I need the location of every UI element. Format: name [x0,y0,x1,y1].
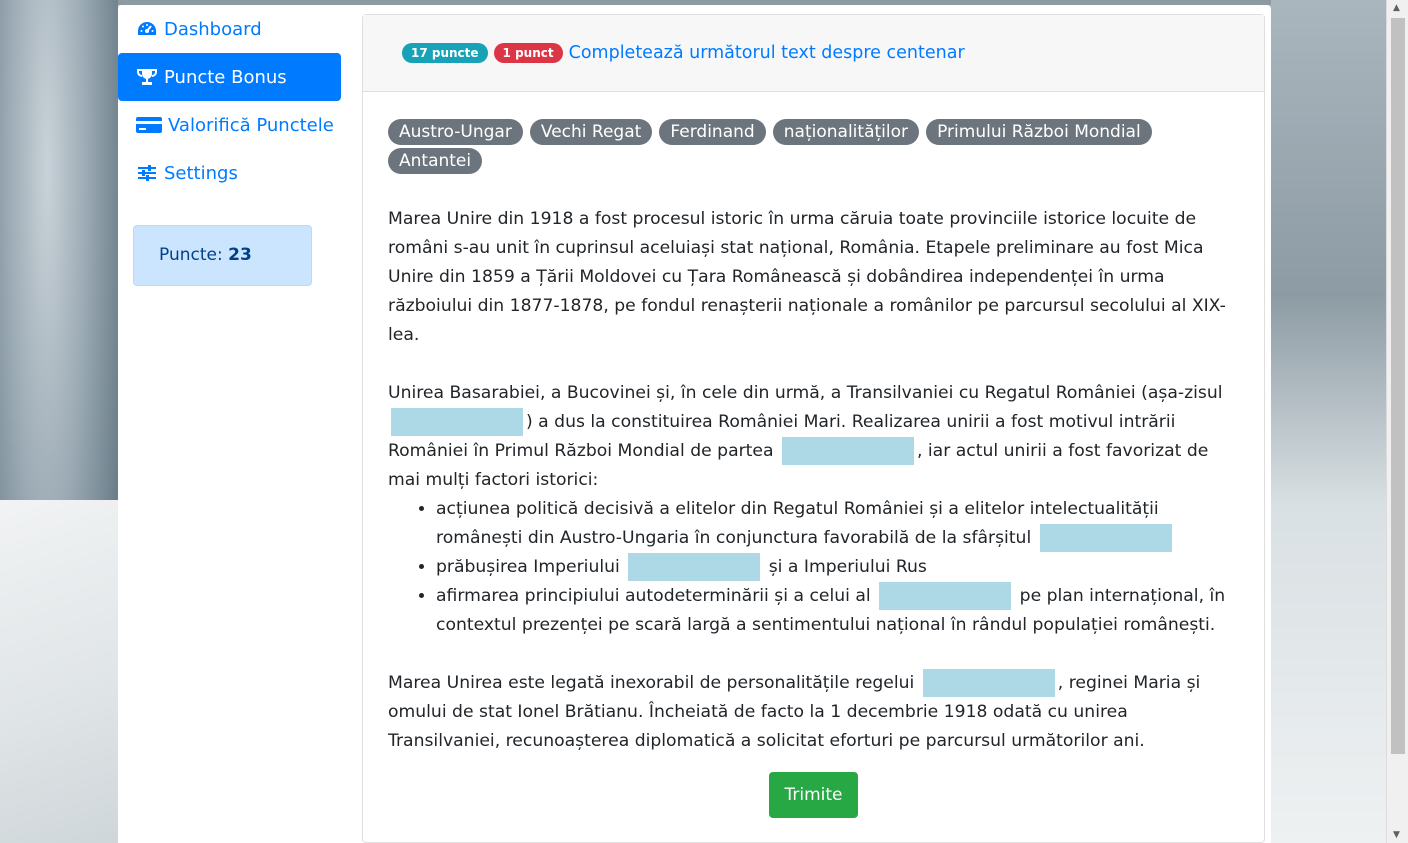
trophy-icon [136,68,158,86]
sidebar-item-label: Dashboard [164,18,262,40]
text-segment: Unirea Basarabiei, a Bucovinei și, în ce… [388,383,1223,403]
factors-list: acțiunea politică decisivă a elitelor di… [388,495,1239,640]
blank-drop-zone[interactable] [879,582,1012,610]
blank-drop-zone[interactable] [781,437,914,465]
card-title-link[interactable]: Completează următorul text despre centen… [569,43,965,63]
word-chip[interactable]: Antantei [388,148,483,174]
submit-button[interactable]: Trimite [769,772,858,818]
main-container: Dashboard Puncte Bonus Valorifică Puncte… [118,5,1271,843]
quiz-text: Marea Unire din 1918 a fost procesul ist… [388,205,1239,756]
sidebar-item-label: Valorifică Punctele [168,114,334,136]
scroll-up-icon[interactable]: ▲ [1393,3,1400,13]
blank-drop-zone[interactable] [922,669,1055,697]
points-penalty-badge: 1 punct [493,43,563,63]
scrollbar-thumb[interactable] [1391,18,1405,754]
sidebar-item-label: Settings [164,162,238,184]
sidebar-item-puncte-bonus[interactable]: Puncte Bonus [118,53,341,101]
blank-drop-zone[interactable] [1039,524,1172,552]
list-item: afirmarea principiului autodeterminării … [436,582,1239,640]
text-segment: afirmarea principiului autodeterminării … [436,586,871,606]
points-value: 23 [228,245,252,265]
blank-drop-zone[interactable] [628,553,761,581]
sidebar-item-label: Puncte Bonus [164,66,287,88]
paragraph-2: Unirea Basarabiei, a Bucovinei și, în ce… [388,379,1239,495]
list-item: prăbușirea Imperiului și a Imperiului Ru… [436,553,1239,582]
word-bank: Austro-Ungar Vechi Regat Ferdinand națio… [388,119,1188,177]
sidebar-item-settings[interactable]: Settings [118,149,341,197]
credit-card-icon [136,116,162,134]
points-reward-badge: 17 puncte [402,43,488,63]
sliders-icon [136,165,158,181]
background-left-snow [0,500,118,843]
word-chip[interactable]: Vechi Regat [529,119,653,145]
text-segment: prăbușirea Imperiului [436,557,620,577]
sidebar: Dashboard Puncte Bonus Valorifică Puncte… [118,5,341,286]
tachometer-icon [136,20,158,38]
text-segment: și a Imperiului Rus [768,557,927,577]
word-chip[interactable]: Austro-Ungar [388,119,523,145]
paragraph-1: Marea Unire din 1918 a fost procesul ist… [388,209,1226,345]
list-item: acțiunea politică decisivă a elitelor di… [436,495,1239,553]
background-right-scene [1266,0,1386,843]
card-header: 17 puncte 1 punct Completează următorul … [363,15,1264,92]
word-chip[interactable]: Ferdinand [659,119,766,145]
sidebar-item-dashboard[interactable]: Dashboard [118,5,341,53]
word-chip[interactable]: Primului Război Mondial [926,119,1152,145]
scroll-down-icon[interactable]: ▼ [1393,830,1400,840]
points-alert: Puncte: 23 [133,225,312,286]
word-chip[interactable]: naționalităților [772,119,919,145]
sidebar-item-valorifica-punctele[interactable]: Valorifică Punctele [118,101,341,149]
blank-drop-zone[interactable] [391,408,523,436]
text-segment: Marea Unirea este legată inexorabil de p… [388,673,915,693]
page-scrollbar[interactable]: ▲ ▼ [1386,0,1408,843]
points-label: Puncte: [159,245,223,265]
quiz-card: 17 puncte 1 punct Completează următorul … [362,14,1265,843]
paragraph-3: Marea Unirea este legată inexorabil de p… [388,669,1239,756]
card-body: Austro-Ungar Vechi Regat Ferdinand națio… [363,92,1264,818]
